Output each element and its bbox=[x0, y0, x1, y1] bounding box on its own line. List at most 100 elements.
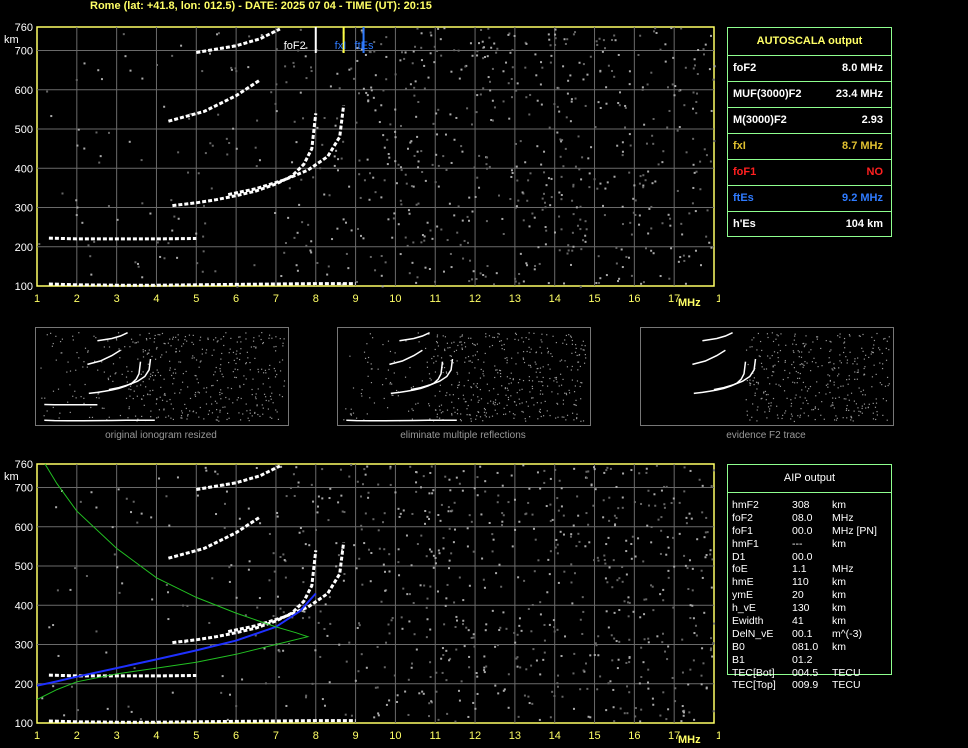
noise-dot bbox=[705, 516, 708, 519]
noise-dot bbox=[672, 606, 675, 609]
thumb-noise-dot bbox=[828, 362, 830, 364]
thumb-noise-dot bbox=[84, 347, 87, 349]
thumb-noise-dot bbox=[510, 395, 512, 397]
noise-dot bbox=[710, 246, 713, 249]
thumb-noise-dot bbox=[180, 417, 182, 419]
thumb-noise-dot bbox=[793, 367, 796, 369]
noise-dot bbox=[539, 487, 542, 490]
noise-dot bbox=[426, 515, 429, 518]
noise-dot bbox=[642, 174, 645, 177]
thumb-noise-dot bbox=[221, 392, 223, 395]
noise-dot bbox=[534, 538, 537, 541]
thumb-noise-dot bbox=[571, 352, 573, 354]
noise-dot bbox=[515, 205, 518, 208]
thumb-noise-dot bbox=[211, 403, 213, 405]
noise-dot bbox=[701, 647, 704, 650]
thumb-noise-dot bbox=[872, 412, 874, 414]
noise-dot bbox=[270, 91, 273, 94]
noise-dot bbox=[572, 672, 575, 675]
noise-dot bbox=[432, 122, 435, 125]
noise-dot bbox=[513, 631, 516, 634]
thumb-noise-dot bbox=[181, 345, 183, 347]
thumb-noise-dot bbox=[528, 376, 530, 378]
noise-dot bbox=[406, 593, 409, 596]
thumb-noise-dot bbox=[879, 362, 881, 364]
noise-dot bbox=[662, 599, 665, 602]
thumb-noise-dot bbox=[800, 408, 802, 410]
noise-dot bbox=[505, 61, 508, 64]
thumb-noise-dot bbox=[477, 396, 479, 398]
thumb-noise-dot bbox=[829, 361, 831, 363]
thumb-noise-dot bbox=[169, 360, 171, 362]
noise-dot bbox=[398, 574, 401, 577]
thumb-noise-dot bbox=[761, 349, 763, 352]
x-tick-label: 8 bbox=[313, 293, 319, 305]
thumb-noise-dot bbox=[821, 365, 823, 367]
thumb-noise-dot bbox=[182, 372, 184, 375]
noise-dot bbox=[579, 218, 582, 221]
thumb-noise-dot bbox=[343, 419, 345, 421]
thumb-noise-dot bbox=[173, 377, 175, 380]
noise-dot bbox=[515, 89, 518, 92]
thumb-noise-dot bbox=[556, 381, 558, 383]
thumb-noise-dot bbox=[882, 414, 884, 416]
noise-dot bbox=[357, 227, 360, 230]
noise-dot bbox=[258, 597, 261, 600]
noise-dot bbox=[643, 613, 646, 616]
thumb-noise-dot bbox=[245, 338, 247, 340]
noise-dot bbox=[510, 474, 513, 477]
noise-dot bbox=[711, 558, 714, 561]
noise-dot bbox=[681, 233, 684, 236]
thumb-noise-dot bbox=[112, 380, 114, 382]
noise-dot bbox=[647, 232, 650, 235]
noise-dot bbox=[455, 648, 458, 651]
noise-dot bbox=[577, 532, 580, 535]
noise-dot bbox=[406, 244, 409, 247]
noise-dot bbox=[567, 244, 570, 247]
noise-dot bbox=[682, 254, 685, 257]
thumb-noise-dot bbox=[257, 371, 260, 373]
aip-unit: TECU bbox=[832, 679, 861, 692]
thumb-noise-dot bbox=[802, 366, 804, 368]
thumb-noise-dot bbox=[483, 375, 485, 377]
thumb-noise-dot bbox=[583, 349, 585, 351]
noise-dot bbox=[616, 667, 619, 670]
thumb-noise-dot bbox=[255, 398, 257, 400]
thumb-noise-dot bbox=[255, 346, 257, 348]
noise-dot bbox=[584, 104, 587, 107]
noise-dot bbox=[136, 262, 139, 265]
noise-dot bbox=[494, 645, 497, 648]
noise-dot bbox=[393, 212, 396, 215]
thumb-noise-dot bbox=[833, 381, 835, 383]
thumb-noise-dot bbox=[846, 379, 848, 381]
noise-dot bbox=[516, 633, 519, 636]
noise-dot bbox=[150, 516, 153, 519]
noise-dot bbox=[584, 220, 587, 223]
thumb-noise-dot bbox=[86, 366, 88, 368]
noise-dot bbox=[397, 223, 400, 226]
noise-dot bbox=[420, 59, 423, 62]
noise-dot bbox=[466, 107, 469, 110]
thumb-noise-dot bbox=[474, 344, 476, 346]
thumb-noise-dot bbox=[812, 409, 815, 411]
noise-dot bbox=[230, 66, 233, 69]
noise-dot bbox=[663, 503, 666, 506]
thumb-noise-dot bbox=[795, 370, 797, 373]
noise-dot bbox=[645, 467, 648, 470]
thumb-noise-dot bbox=[536, 402, 538, 404]
noise-dot bbox=[710, 637, 713, 640]
thumb-noise-dot bbox=[823, 418, 825, 420]
noise-dot bbox=[501, 217, 504, 220]
thumb-noise-dot bbox=[349, 413, 352, 415]
thumb-noise-dot bbox=[853, 400, 855, 402]
noise-dot bbox=[90, 273, 93, 276]
thumb-noise-dot bbox=[180, 415, 183, 417]
thumb-noise-dot bbox=[577, 369, 579, 371]
noise-dot bbox=[385, 703, 388, 706]
noise-dot bbox=[358, 622, 361, 625]
thumb-noise-dot bbox=[511, 357, 513, 359]
thumb-noise-dot bbox=[67, 361, 69, 363]
noise-dot bbox=[314, 127, 317, 130]
noise-dot bbox=[431, 492, 434, 495]
noise-dot bbox=[579, 285, 582, 288]
